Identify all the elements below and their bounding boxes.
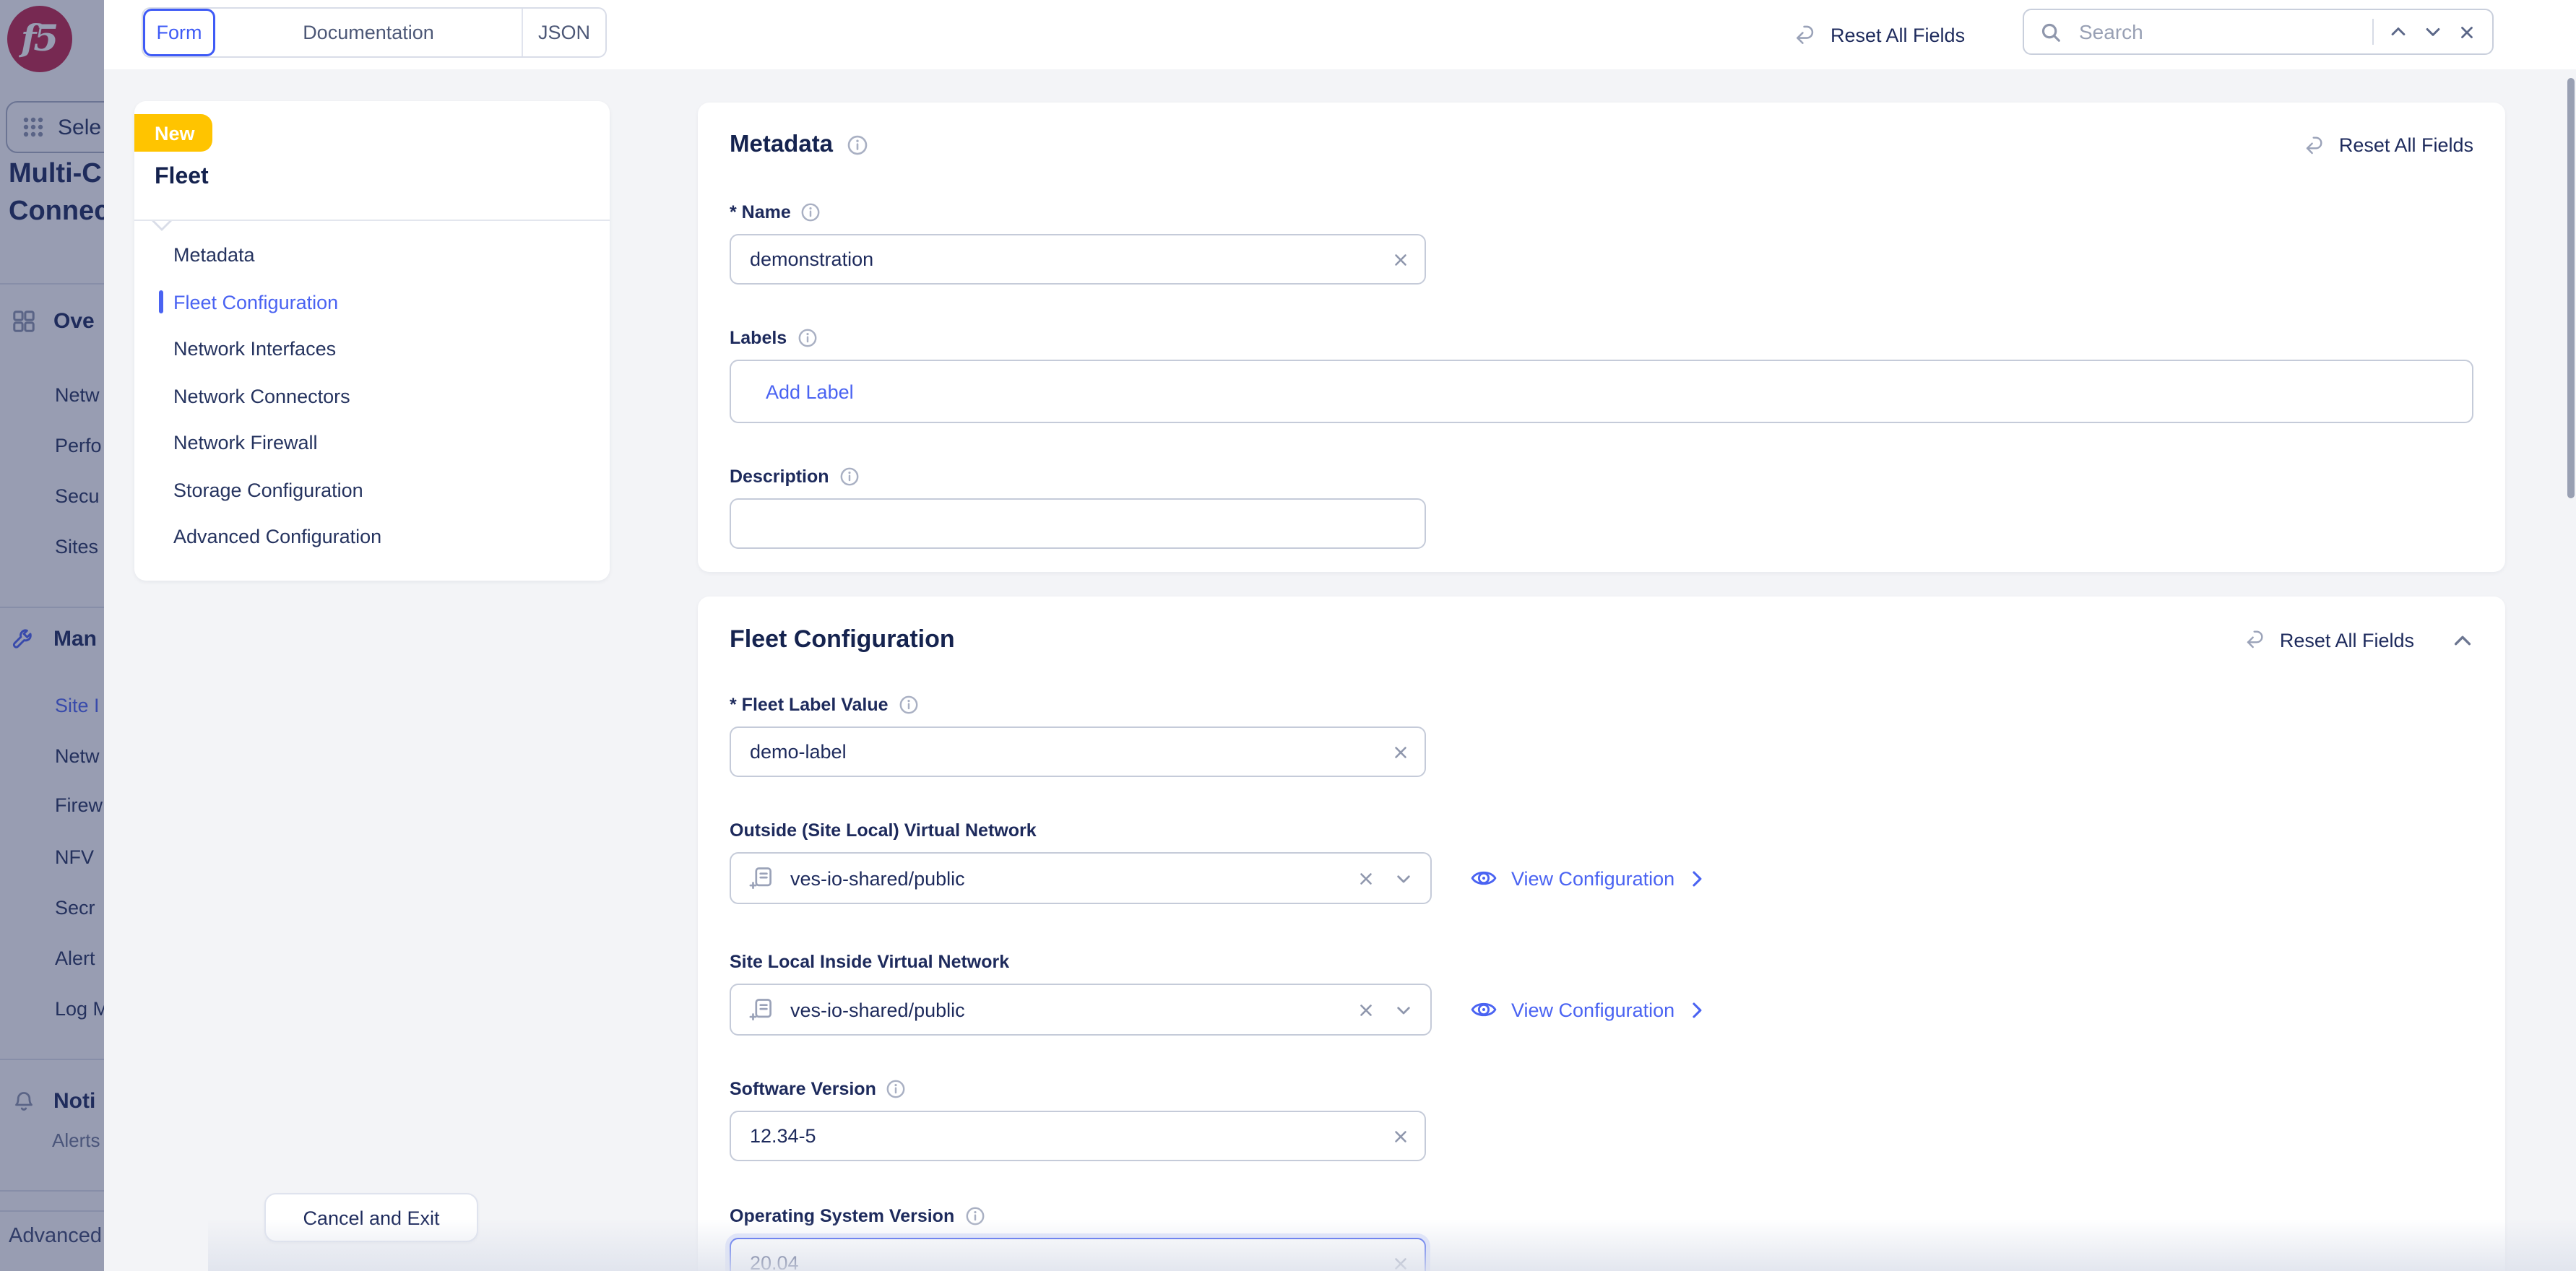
name-label: * Name <box>730 202 2473 222</box>
metadata-card: Metadata Reset All Fields * Name demonst… <box>698 103 2505 572</box>
form-section-nav: New Fleet Metadata Fleet Configuration N… <box>134 101 610 581</box>
outside-network-label: Outside (Site Local) Virtual Network <box>730 820 1037 841</box>
reference-object-icon <box>748 997 774 1023</box>
description-input[interactable] <box>730 498 1426 549</box>
fleet-label-value-label: * Fleet Label Value <box>730 695 2473 715</box>
os-version-label: Operating System Version <box>730 1206 2473 1226</box>
form-nav-item-network-connectors[interactable]: Network Connectors <box>134 373 610 419</box>
notch <box>154 221 168 228</box>
form-nav-item-storage-configuration[interactable]: Storage Configuration <box>134 467 610 513</box>
chevron-down-icon[interactable] <box>1394 869 1413 888</box>
name-input[interactable] <box>730 234 1426 285</box>
reference-object-icon <box>748 865 774 891</box>
chevron-right-icon <box>1687 1000 1706 1019</box>
app-root: f5 Sele Multi-C Connec Ove Netw Perfo Se… <box>0 0 2576 1271</box>
metadata-card-title: Metadata <box>730 131 868 159</box>
search-icon <box>2040 21 2062 43</box>
divider <box>2372 19 2374 45</box>
software-version-label: Software Version <box>730 1079 2473 1099</box>
modal-dim-overlay <box>0 0 104 1271</box>
cancel-and-exit-button[interactable]: Cancel and Exit <box>264 1193 478 1242</box>
labels-label: Labels <box>730 328 2473 348</box>
os-version-input[interactable] <box>730 1238 1426 1271</box>
info-icon[interactable] <box>886 1079 907 1099</box>
form-main-column: Metadata Reset All Fields * Name demonst… <box>698 103 2505 1271</box>
undo-icon <box>2244 628 2267 651</box>
search-next-icon[interactable] <box>2423 22 2443 42</box>
metadata-reset-all-fields[interactable]: Reset All Fields <box>2303 134 2473 157</box>
eye-icon <box>1469 995 1498 1024</box>
info-icon[interactable] <box>846 134 868 156</box>
chevron-down-icon[interactable] <box>1394 1000 1413 1019</box>
form-nav-item-advanced-configuration[interactable]: Advanced Configuration <box>134 513 610 559</box>
labels-box[interactable]: Add Label <box>730 360 2473 423</box>
inside-view-configuration-link[interactable]: View Configuration <box>1469 995 1706 1024</box>
tab-json[interactable]: JSON <box>523 9 605 56</box>
info-icon[interactable] <box>839 467 860 487</box>
clear-fleet-label-icon[interactable] <box>1391 742 1410 761</box>
outside-network-value: ves-io-shared/public <box>790 867 965 889</box>
inside-network-value: ves-io-shared/public <box>790 999 965 1020</box>
outside-view-configuration-link[interactable]: View Configuration <box>1469 864 1706 893</box>
inside-network-label: Site Local Inside Virtual Network <box>730 952 1010 972</box>
divider <box>134 220 610 221</box>
form-nav-item-fleet-configuration[interactable]: Fleet Configuration <box>134 279 610 325</box>
description-label: Description <box>730 467 2473 487</box>
search-close-icon[interactable] <box>2458 22 2476 41</box>
tab-documentation[interactable]: Documentation <box>215 9 523 56</box>
form-nav-item-network-firewall[interactable]: Network Firewall <box>134 419 610 465</box>
outside-network-select[interactable]: ves-io-shared/public <box>730 852 1432 904</box>
clear-name-icon[interactable] <box>1391 250 1410 269</box>
software-version-input[interactable] <box>730 1111 1426 1161</box>
form-nav-item-network-interfaces[interactable]: Network Interfaces <box>134 325 610 371</box>
tab-form[interactable]: Form <box>143 9 215 56</box>
search-prev-icon[interactable] <box>2388 22 2408 42</box>
fleet-reset-all-fields[interactable]: Reset All Fields <box>2244 628 2414 651</box>
reset-all-fields-button[interactable]: Reset All Fields <box>1793 0 1965 69</box>
clear-os-version-icon[interactable] <box>1391 1254 1410 1271</box>
fleet-configuration-card: Fleet Configuration Reset All Fields * F… <box>698 597 2505 1271</box>
add-label-button[interactable]: Add Label <box>766 381 854 402</box>
clear-outside-network-icon[interactable] <box>1357 869 1375 888</box>
form-nav-item-metadata[interactable]: Metadata <box>134 231 610 277</box>
form-object-title: Fleet <box>155 165 209 189</box>
form-content: New Fleet Metadata Fleet Configuration N… <box>104 69 2576 1271</box>
info-icon[interactable] <box>899 695 919 715</box>
fleet-card-title: Fleet Configuration <box>730 625 955 653</box>
search-box <box>2023 9 2494 55</box>
undo-icon <box>1793 22 1818 47</box>
undo-icon <box>2303 134 2326 157</box>
new-badge: New <box>134 114 212 152</box>
view-mode-tabs: Form Documentation JSON <box>142 7 607 58</box>
search-input[interactable] <box>2076 19 2358 45</box>
fleet-label-value-input[interactable] <box>730 726 1426 777</box>
chevron-right-icon <box>1687 869 1706 888</box>
clear-inside-network-icon[interactable] <box>1357 1000 1375 1019</box>
clear-software-version-icon[interactable] <box>1391 1127 1410 1145</box>
eye-icon <box>1469 864 1498 893</box>
inside-network-select[interactable]: ves-io-shared/public <box>730 984 1432 1036</box>
vertical-scrollbar[interactable] <box>2567 78 2575 498</box>
sidebar: f5 Sele Multi-C Connec Ove Netw Perfo Se… <box>0 0 104 1271</box>
info-icon[interactable] <box>801 202 821 222</box>
form-header: Form Documentation JSON Reset All Fields <box>104 0 2576 71</box>
collapse-section-icon[interactable] <box>2452 629 2473 651</box>
info-icon[interactable] <box>964 1206 985 1226</box>
info-icon[interactable] <box>797 328 817 348</box>
